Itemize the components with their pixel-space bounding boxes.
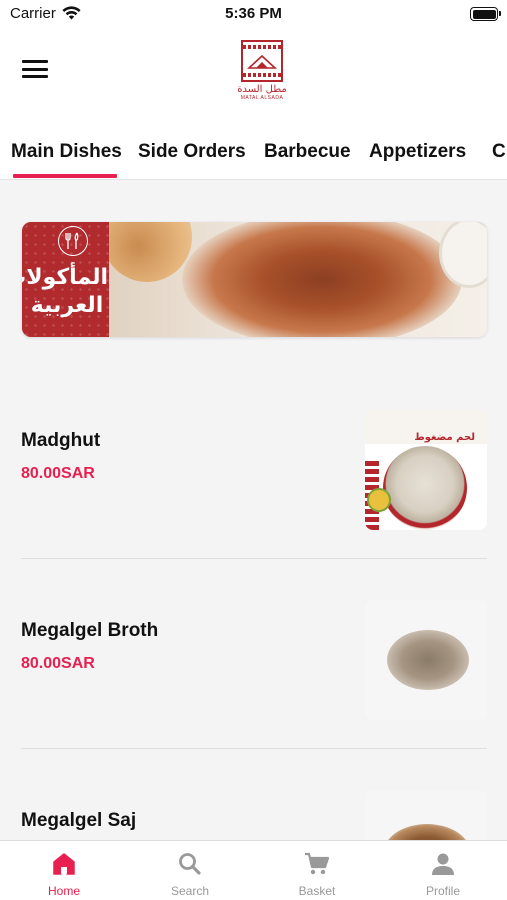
item-price: 80.00SAR (21, 655, 95, 672)
restaurant-logo: مطل السدة MATAL ALSADA (236, 40, 288, 104)
battery-icon (470, 7, 501, 21)
bottom-tab-bar: Home Search Basket Profile (0, 840, 507, 900)
tab-barbecue[interactable]: Barbecue (264, 141, 351, 163)
item-name: Megalgel Saj (21, 810, 137, 831)
banner-bread-image (102, 222, 192, 282)
category-tabs: Main Dishes Side Orders Barbecue Appetiz… (0, 120, 507, 180)
status-bar: Carrier 5:36 PM (0, 0, 507, 30)
tab-profile[interactable]: Profile (380, 841, 506, 900)
logo-emblem (241, 40, 283, 82)
tab-basket[interactable]: Basket (254, 841, 380, 900)
item-name: Madghut (21, 430, 101, 451)
hamburger-menu-icon[interactable] (22, 60, 48, 80)
tab-appetizers[interactable]: Appetizers (369, 141, 466, 163)
divider (21, 748, 487, 749)
active-tab-indicator (13, 174, 117, 178)
tab-basket-label: Basket (298, 884, 336, 898)
image-caption: لحم مضغوط (414, 432, 475, 443)
tab-profile-label: Profile (425, 884, 460, 898)
logo-english-text: MATAL ALSADA (240, 95, 284, 101)
promo-banner[interactable]: المأكولات العربية (22, 222, 487, 337)
home-icon (53, 853, 75, 875)
tab-home-label: Home (47, 884, 80, 898)
cart-icon (305, 852, 330, 875)
item-name: Megalgel Broth (21, 620, 159, 641)
item-image: لحم مضغوط (365, 410, 487, 530)
item-image (365, 600, 487, 720)
logo-arabic-text: مطل السدة (237, 84, 287, 95)
tab-search-label: Search (170, 884, 210, 898)
cutlery-icon (58, 226, 88, 256)
menu-item-madghut[interactable]: Madghut 80.00SAR لحم مضغوط (0, 370, 507, 560)
banner-title: المأكولات العربية (22, 265, 108, 318)
status-time: 5:36 PM (225, 5, 282, 22)
banner-food-image (182, 222, 462, 337)
app-header: مطل السدة MATAL ALSADA (0, 30, 507, 120)
tab-main-dishes[interactable]: Main Dishes (11, 141, 122, 163)
search-icon (179, 853, 201, 875)
tab-home[interactable]: Home (1, 841, 127, 900)
tab-side-orders[interactable]: Side Orders (138, 141, 246, 163)
tab-search[interactable]: Search (127, 841, 253, 900)
banner-red-panel: المأكولات العربية (22, 222, 109, 337)
person-icon (432, 853, 454, 875)
tab-cl[interactable]: Cl (492, 141, 507, 163)
divider (21, 558, 487, 559)
menu-item-megalgel-broth[interactable]: Megalgel Broth 80.00SAR (0, 560, 507, 750)
item-price: 80.00SAR (21, 465, 95, 482)
